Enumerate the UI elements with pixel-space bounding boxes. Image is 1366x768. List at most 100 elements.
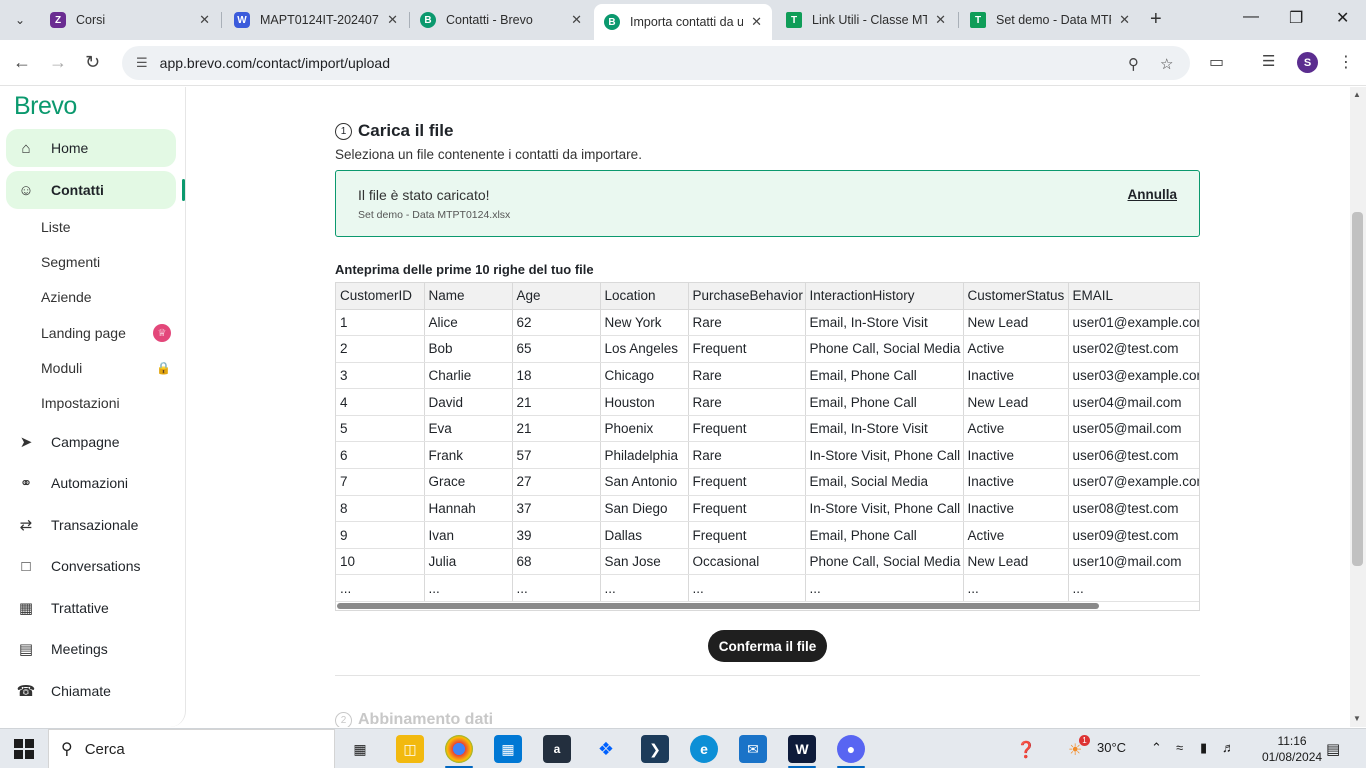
confirm-file-button[interactable]: Conferma il file: [708, 630, 827, 662]
table-cell: Frequent: [688, 335, 806, 363]
horizontal-scrollbar[interactable]: [337, 603, 1099, 609]
column-header: Name: [424, 283, 513, 310]
sidebar-subitem-impostazioni[interactable]: Impostazioni: [41, 389, 171, 417]
sidebar-item-contatti[interactable]: ☺ Contatti: [6, 171, 176, 209]
back-icon[interactable]: ←: [13, 52, 31, 73]
media-controls-icon[interactable]: ☰: [1262, 52, 1275, 70]
table-cell: Active: [963, 521, 1069, 549]
help-icon[interactable]: ❓: [1016, 740, 1036, 760]
table-cell: user02@test.com: [1068, 335, 1199, 363]
more-menu-icon[interactable]: ⋮: [1338, 52, 1354, 72]
uploaded-file-name: Set demo - Data MTPT0124.xlsx: [358, 209, 511, 221]
discord-icon[interactable]: ●: [837, 735, 865, 763]
sidebar-subitem-liste[interactable]: Liste: [41, 213, 171, 241]
close-window-icon[interactable]: ✕: [1336, 8, 1349, 28]
task-view-icon[interactable]: ▦: [346, 735, 374, 763]
upload-step-heading: 1 Carica il file: [335, 121, 453, 141]
sidebar-item-automazioni[interactable]: ⚭ Automazioni: [6, 464, 176, 502]
microsoft-store-icon[interactable]: ▦: [494, 735, 522, 763]
sidebar: Brevo ⌂ Home ☺ Contatti Liste Segmenti A…: [0, 87, 186, 727]
taskbar-search[interactable]: ⚲ Cerca: [48, 729, 335, 768]
scroll-down-icon[interactable]: ▼: [1353, 714, 1361, 723]
preview-table[interactable]: CustomerID Name Age Location PurchaseBehavio…: [335, 282, 1200, 611]
close-tab-icon[interactable]: ✕: [935, 12, 946, 28]
clock[interactable]: 11:16 01/08/2024: [1262, 733, 1322, 765]
sidebar-subitem-moduli[interactable]: Moduli 🔒: [41, 354, 171, 382]
tab-search-chevron-icon[interactable]: ⌄: [6, 6, 34, 34]
table-cell: ...: [512, 574, 601, 603]
sidebar-item-trattative[interactable]: ▦ Trattative: [6, 589, 176, 627]
upload-success-message: Il file è stato caricato!: [358, 187, 490, 203]
table-cell: 3: [336, 362, 425, 390]
site-info-icon[interactable]: ☰: [136, 55, 148, 71]
sidebar-item-chiamate[interactable]: ☎ Chiamate: [6, 672, 176, 710]
battery-icon[interactable]: ▮: [1200, 740, 1207, 756]
table-cell: San Antonio: [600, 468, 689, 496]
sidebar-subitem-landing-page[interactable]: Landing page ♕: [41, 319, 171, 347]
mail-icon[interactable]: ✉: [739, 735, 767, 763]
sidebar-subitem-aziende[interactable]: Aziende: [41, 283, 171, 311]
sidebar-item-transazionale[interactable]: ⇄ Transazionale: [6, 506, 176, 544]
temperature-text[interactable]: 30°C: [1097, 740, 1126, 755]
webex-icon[interactable]: W: [788, 735, 816, 763]
table-cell: In-Store Visit, Phone Call: [805, 441, 964, 470]
scroll-up-icon[interactable]: ▲: [1353, 90, 1361, 99]
brevo-logo[interactable]: Brevo: [14, 92, 77, 121]
table-cell: Hannah: [424, 495, 513, 523]
table-cell: Phone Call, Social Media: [805, 335, 964, 363]
edge-icon[interactable]: e: [690, 735, 718, 763]
sidebar-item-campagne[interactable]: ➤ Campagne: [6, 423, 176, 461]
browser-tab-mapt[interactable]: W MAPT0124IT-202407 ✕: [224, 4, 408, 36]
column-header: CustomerID: [336, 283, 425, 310]
address-bar[interactable]: ☰ app.brevo.com/contact/import/upload ⚲ …: [122, 46, 1190, 80]
calendar-icon: ▤: [18, 641, 34, 658]
wifi-icon[interactable]: ≈: [1176, 740, 1183, 755]
browser-tab-set-demo[interactable]: T Set demo - Data MTP ✕: [960, 4, 1140, 36]
crown-icon: ♕: [153, 324, 171, 342]
table-cell: Grace: [424, 468, 513, 496]
close-tab-icon[interactable]: ✕: [571, 12, 582, 28]
sidebar-item-conversations[interactable]: □ Conversations: [6, 547, 176, 585]
chrome-icon[interactable]: [445, 735, 473, 763]
windows-start-icon[interactable]: [14, 739, 34, 759]
sidebar-item-home[interactable]: ⌂ Home: [6, 129, 176, 167]
upload-description: Seleziona un file contenente i contatti …: [335, 147, 642, 162]
restore-icon[interactable]: ❐: [1289, 8, 1303, 28]
notifications-icon[interactable]: ▤: [1326, 740, 1340, 758]
zoom-icon[interactable]: ⚲: [1128, 55, 1139, 73]
profile-avatar[interactable]: S: [1297, 52, 1318, 73]
table-cell: New Lead: [963, 388, 1069, 416]
sidebar-item-meetings[interactable]: ▤ Meetings: [6, 630, 176, 668]
forward-icon[interactable]: →: [49, 52, 67, 73]
file-explorer-icon[interactable]: ◫: [396, 735, 424, 763]
close-tab-icon[interactable]: ✕: [387, 12, 398, 28]
close-tab-icon[interactable]: ✕: [1119, 12, 1130, 28]
amazon-icon[interactable]: a: [543, 735, 571, 763]
volume-icon[interactable]: ♬: [1222, 740, 1235, 755]
chevron-up-icon[interactable]: ⌃: [1151, 740, 1162, 756]
close-tab-icon[interactable]: ✕: [751, 14, 762, 30]
step-number-badge: 1: [335, 122, 352, 140]
powershell-icon[interactable]: ❯: [641, 735, 669, 763]
browser-tab-contatti[interactable]: B Contatti - Brevo ✕: [410, 4, 592, 36]
browser-tab-importa[interactable]: B Importa contatti da u ✕: [594, 4, 772, 40]
table-cell: Frequent: [688, 415, 806, 443]
table-row: 7 Grace 27 San Antonio Frequent Email, Social…: [336, 468, 1199, 496]
cancel-upload-link[interactable]: Annulla: [1128, 187, 1178, 202]
extensions-icon[interactable]: ▭: [1209, 52, 1224, 72]
table-cell: 7: [336, 468, 425, 496]
table-cell: Inactive: [963, 441, 1069, 470]
bookmark-star-icon[interactable]: ☆: [1160, 55, 1173, 73]
minimize-icon[interactable]: —: [1243, 8, 1259, 26]
sidebar-subitem-segmenti[interactable]: Segmenti: [41, 248, 171, 276]
table-cell: Inactive: [963, 362, 1069, 390]
column-header: Location: [600, 283, 689, 310]
vertical-scrollbar-thumb[interactable]: [1352, 212, 1363, 566]
new-tab-icon[interactable]: +: [1150, 8, 1162, 31]
dropbox-icon[interactable]: ❖: [592, 735, 620, 763]
browser-tab-link-utili[interactable]: T Link Utili - Classe MT ✕: [776, 4, 956, 36]
reload-icon[interactable]: ↻: [85, 52, 100, 73]
table-cell: 39: [512, 521, 601, 549]
close-tab-icon[interactable]: ✕: [199, 12, 210, 28]
browser-tab-corsi[interactable]: Z Corsi ✕: [40, 4, 220, 36]
